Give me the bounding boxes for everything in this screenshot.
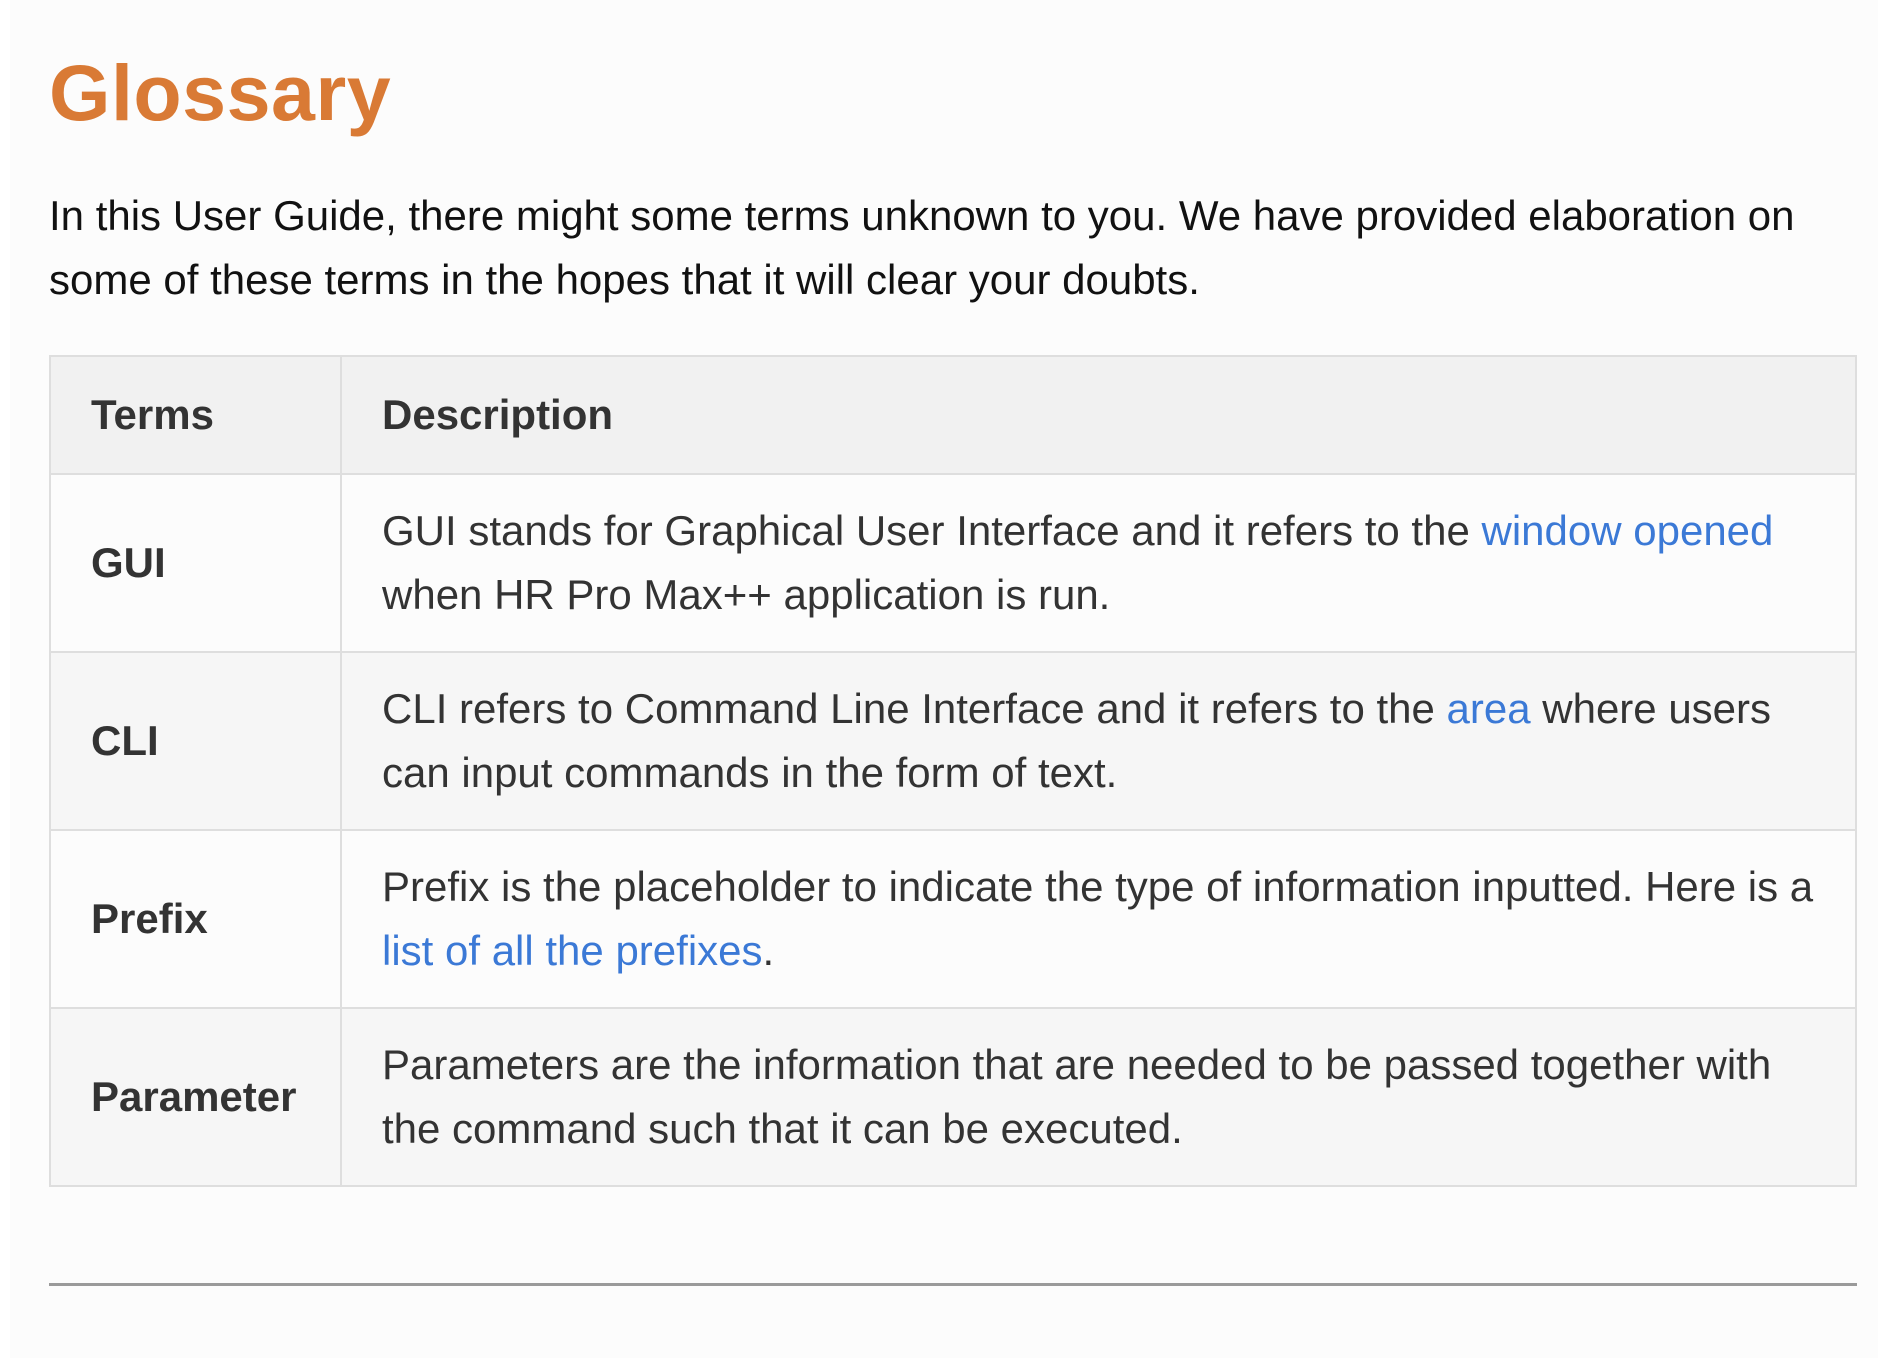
glossary-table: Terms Description GUI GUI stands for Gra… — [49, 355, 1857, 1187]
horizontal-divider — [49, 1283, 1857, 1286]
table-row: Parameter Parameters are the information… — [49, 1007, 1857, 1187]
description-column-header: Description — [340, 355, 1857, 475]
description-text: GUI stands for Graphical User Interface … — [382, 507, 1482, 554]
page: Glossary In this User Guide, there might… — [10, 0, 1878, 1358]
prefixes-list-link[interactable]: list of all the prefixes — [382, 927, 763, 974]
term-cell: GUI — [49, 473, 342, 653]
term-cell: Parameter — [49, 1007, 342, 1187]
term-cell: Prefix — [49, 829, 342, 1009]
description-text: Prefix is the placeholder to indicate th… — [382, 863, 1814, 910]
description-text: . — [762, 927, 775, 974]
description-text: CLI refers to Command Line Interface and… — [382, 685, 1447, 732]
description-text: when HR Pro Max++ application is run. — [382, 571, 1111, 618]
term-cell: CLI — [49, 651, 342, 831]
description-cell: GUI stands for Graphical User Interface … — [340, 473, 1857, 653]
intro-paragraph: In this User Guide, there might some ter… — [49, 192, 1795, 303]
terms-column-header: Terms — [49, 355, 342, 475]
description-cell: Parameters are the information that are … — [340, 1007, 1857, 1187]
description-cell: CLI refers to Command Line Interface and… — [340, 651, 1857, 831]
window-opened-link[interactable]: window opened — [1482, 507, 1774, 554]
area-link[interactable]: area — [1447, 685, 1531, 732]
description-text: Parameters are the information that are … — [382, 1041, 1772, 1152]
table-row: CLI CLI refers to Command Line Interface… — [49, 651, 1857, 831]
page-title: Glossary — [49, 48, 392, 137]
table-row: GUI GUI stands for Graphical User Interf… — [49, 473, 1857, 653]
description-cell: Prefix is the placeholder to indicate th… — [340, 829, 1857, 1009]
table-header-row: Terms Description — [49, 355, 1857, 475]
table-row: Prefix Prefix is the placeholder to indi… — [49, 829, 1857, 1009]
